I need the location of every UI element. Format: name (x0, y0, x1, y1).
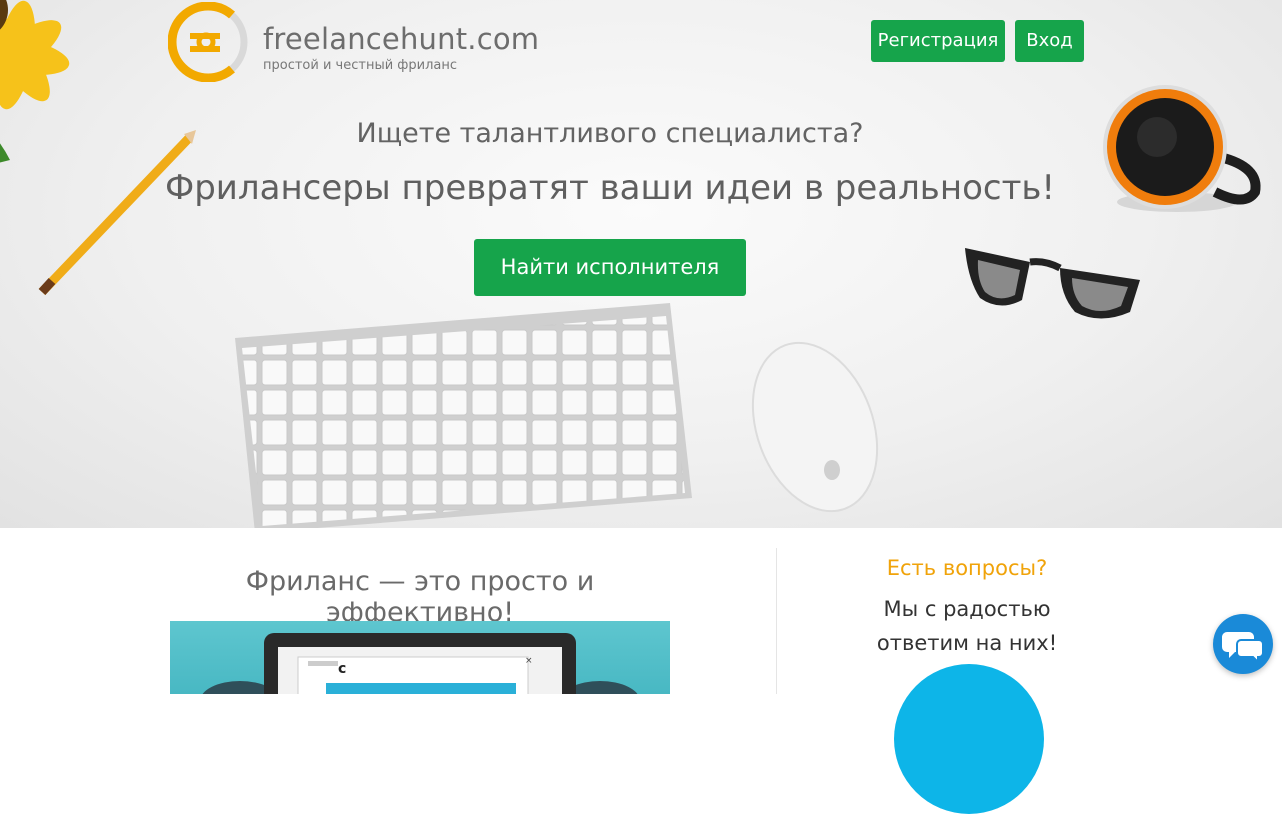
register-button[interactable]: Регистрация (871, 20, 1005, 62)
intro-video-preview[interactable]: c × (170, 621, 670, 694)
svg-text:c: c (338, 661, 346, 677)
keyboard-decoration (235, 303, 692, 528)
mouse-decoration (751, 341, 879, 513)
questions-text: Мы с радостью ответим на них! (867, 592, 1067, 660)
hero-headline: Фрилансеры превратят ваши идеи в реально… (164, 168, 1056, 208)
logo-subtitle: простой и честный фриланс (263, 58, 458, 73)
hero-question: Ищете талантливого специалиста? (356, 118, 864, 149)
content-section: Фриланс — это просто и эффективно! c × Е… (0, 528, 1282, 814)
site-logo[interactable]: freelancehunt.com простой и честный фрил… (168, 2, 548, 82)
pencil-decoration (38, 130, 196, 296)
section-title: Фриланс — это просто и эффективно! (245, 566, 595, 628)
find-freelancer-button[interactable]: Найти исполнителя (474, 239, 746, 296)
logo-text: freelancehunt.com (263, 22, 540, 56)
freelancehunt-logo-icon (168, 2, 248, 82)
svg-text:×: × (525, 656, 533, 666)
questions-title: Есть вопросы? (886, 556, 1048, 580)
glasses-decoration (965, 248, 1140, 319)
chat-button[interactable] (1213, 614, 1273, 674)
chat-bubbles-icon (1222, 632, 1264, 665)
questions-line-1: Мы с радостью (883, 597, 1051, 621)
questions-line-2: ответим на них! (876, 631, 1058, 655)
laptop-illustration-icon: c × (202, 633, 638, 694)
hero-section: freelancehunt.com простой и честный фрил… (0, 0, 1282, 528)
support-avatar (894, 664, 1044, 814)
column-divider (776, 548, 777, 694)
login-button[interactable]: Вход (1015, 20, 1084, 62)
